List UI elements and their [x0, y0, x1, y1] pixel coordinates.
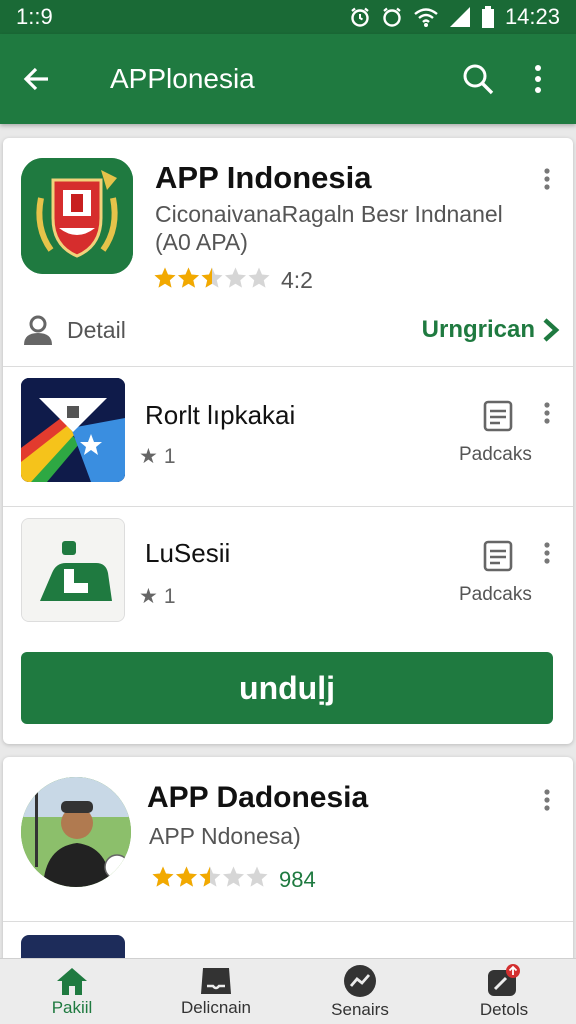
nav-item-inbox[interactable]: Delicnain: [144, 959, 288, 1024]
package-icon: [483, 540, 513, 572]
bottom-navigation: Pakiil Delicnain Senairs Detols: [0, 958, 576, 1024]
app-bar: APPlonesia: [0, 34, 576, 124]
more-vert-icon: [544, 789, 550, 811]
star-icon: [154, 267, 176, 288]
list-item-more-button[interactable]: [537, 398, 557, 428]
nav-label: Detols: [479, 999, 529, 1019]
star-icon: [223, 866, 244, 887]
list-item-package-label[interactable]: Padcaks: [459, 444, 532, 466]
detail-row: Detail Urngrican: [21, 310, 561, 350]
featured-app-subtitle: CiconaivanaRagaln Besr Indnanel (A0 APA): [155, 200, 535, 256]
action-link-label: Urngrican: [421, 316, 535, 343]
star-icon: [178, 267, 199, 288]
chevron-right-icon: [543, 318, 560, 342]
home-icon: [57, 967, 87, 995]
app-card-title[interactable]: APP Dadonesia: [147, 781, 368, 815]
nav-item-home[interactable]: Pakiil: [0, 959, 144, 1024]
battery-icon: [481, 6, 495, 28]
list-item-rating-value: 1: [163, 444, 176, 468]
page-title: APPlonesia: [110, 63, 255, 94]
inbox-icon: [201, 967, 231, 994]
download-button[interactable]: unduḷj: [21, 652, 553, 724]
search-icon: [463, 64, 494, 95]
more-vert-icon: [544, 542, 550, 564]
list-item-icon[interactable]: [21, 518, 125, 622]
star-icon: [225, 267, 246, 288]
more-vert-icon: [544, 402, 550, 424]
more-options-button[interactable]: [508, 34, 568, 124]
alarm-icon: [381, 6, 403, 28]
star-icon: ★: [139, 445, 158, 468]
featured-app-card: APP Indonesia CiconaivanaRagaln Besr Ind…: [3, 138, 573, 744]
nav-item-updates[interactable]: Detols: [432, 959, 576, 1024]
status-bar: 1::9 14:23: [0, 0, 576, 34]
featured-subtitle-line2: (A0 APA): [155, 229, 248, 255]
star-icon: [201, 267, 223, 288]
arrow-back-icon: [23, 67, 48, 91]
more-vert-icon: [535, 65, 541, 93]
star-rating: [153, 266, 271, 295]
list-item-more-button[interactable]: [537, 538, 557, 568]
trending-icon: [344, 964, 376, 997]
app-card-more-button[interactable]: [537, 785, 557, 815]
status-time-right: 14:23: [504, 4, 560, 29]
app-card-subtitle: APP Ndonesa): [149, 823, 301, 849]
list-item-title[interactable]: LuSesii: [145, 538, 230, 569]
star-icon: [176, 866, 197, 887]
updates-icon: [488, 963, 520, 996]
search-button[interactable]: [448, 34, 508, 124]
list-item-title[interactable]: Rorlt lıpkakai: [145, 400, 295, 431]
list-item-rating-value: 1: [163, 584, 176, 608]
nav-label: Delicnain: [181, 997, 251, 1017]
package-button[interactable]: [483, 540, 513, 577]
list-item-package-label[interactable]: Padcaks: [459, 584, 532, 606]
action-link[interactable]: Urngrican: [422, 316, 561, 344]
star-icon: [199, 866, 221, 887]
app-indonesia-logo[interactable]: [21, 158, 133, 274]
star-icon: [246, 866, 268, 887]
alarm-icon: [349, 6, 371, 28]
back-button[interactable]: [0, 34, 74, 124]
featured-rating-value: 4:2: [281, 267, 313, 293]
list-item-rating: ★ 1: [139, 584, 176, 609]
divider: [3, 366, 573, 367]
person-icon: [24, 315, 52, 345]
featured-rating: 4:2: [153, 266, 313, 295]
list-item-icon[interactable]: [21, 378, 125, 482]
featured-subtitle-line1: CiconaivanaRagaln Besr Indnanel: [155, 201, 503, 227]
nav-item-trending[interactable]: Senairs: [288, 959, 432, 1024]
featured-more-button[interactable]: [537, 164, 557, 194]
wifi-icon: [413, 6, 439, 28]
nav-label: Senairs: [331, 999, 389, 1019]
divider: [3, 506, 573, 507]
star-rating: [151, 865, 269, 894]
status-time-left: 1::9: [16, 4, 53, 29]
more-vert-icon: [544, 168, 550, 190]
signal-icon: [449, 6, 471, 28]
detail-link[interactable]: Detail: [67, 317, 422, 344]
featured-app-title[interactable]: APP Indonesia: [155, 160, 372, 196]
nav-label: Pakiil: [51, 997, 93, 1017]
star-icon: [152, 866, 174, 887]
star-icon: ★: [139, 585, 158, 608]
package-icon: [483, 400, 513, 432]
star-icon: [248, 267, 270, 288]
app-card-rating-value: 984: [279, 866, 316, 892]
app-avatar[interactable]: [21, 777, 131, 887]
divider: [3, 921, 573, 922]
package-button[interactable]: [483, 400, 513, 437]
app-card-rating: 984: [151, 865, 316, 894]
list-item-rating: ★ 1: [139, 444, 176, 469]
